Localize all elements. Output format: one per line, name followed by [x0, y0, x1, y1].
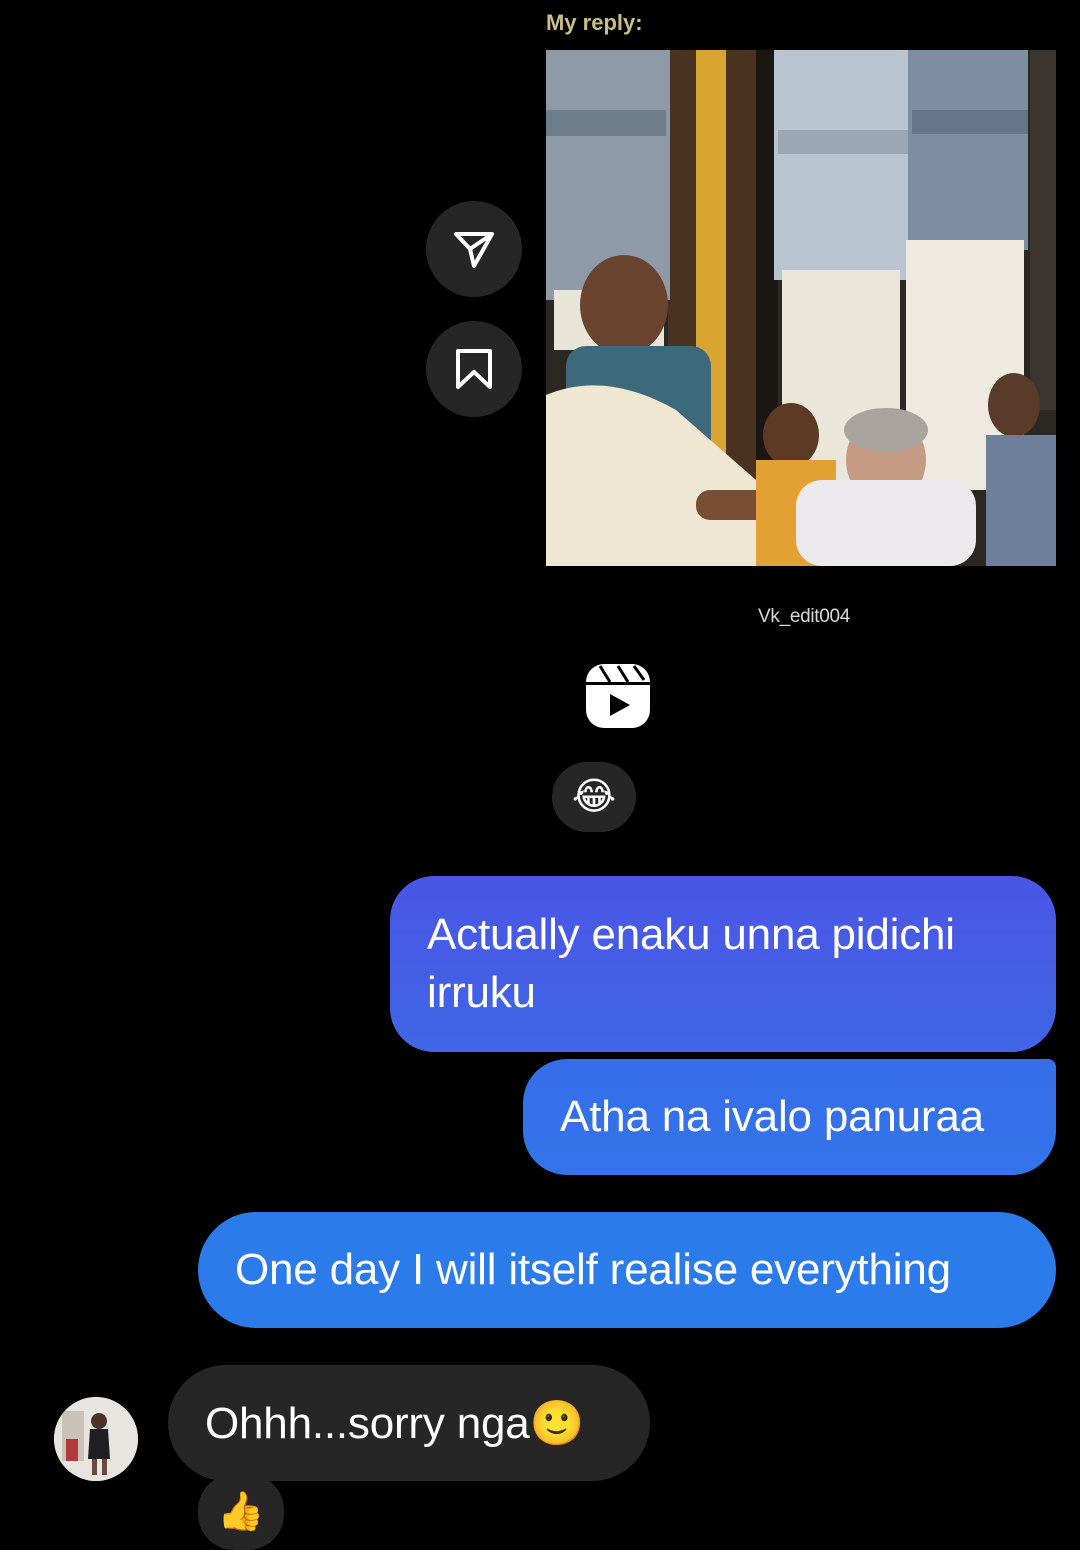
reaction-chip-laughing[interactable]: 😂 — [552, 762, 636, 832]
shared-reel-thumbnail[interactable] — [546, 50, 1056, 566]
outgoing-message[interactable]: One day I will itself realise everything — [198, 1212, 1056, 1328]
bookmark-icon — [456, 349, 492, 389]
reply-caption: My reply: — [546, 10, 643, 35]
reaction-chip-thumbs-up[interactable]: 👍 — [198, 1474, 284, 1550]
avatar-photo — [54, 1397, 138, 1481]
reel-scene-illustration — [546, 50, 1056, 566]
reels-icon[interactable] — [584, 662, 652, 730]
share-button[interactable] — [426, 201, 522, 297]
incoming-message[interactable]: Ohhh...sorry nga🙂 — [168, 1365, 650, 1481]
outgoing-message[interactable]: Atha na ivalo panuraa — [523, 1059, 1056, 1175]
save-button[interactable] — [426, 321, 522, 417]
reel-creator-handle: Vk_edit004 — [758, 606, 851, 627]
reels-logo — [586, 664, 650, 728]
outgoing-message[interactable]: Actually enaku unna pidichi irruku — [390, 876, 1056, 1052]
paper-plane-icon — [454, 232, 494, 268]
avatar[interactable] — [54, 1397, 138, 1481]
